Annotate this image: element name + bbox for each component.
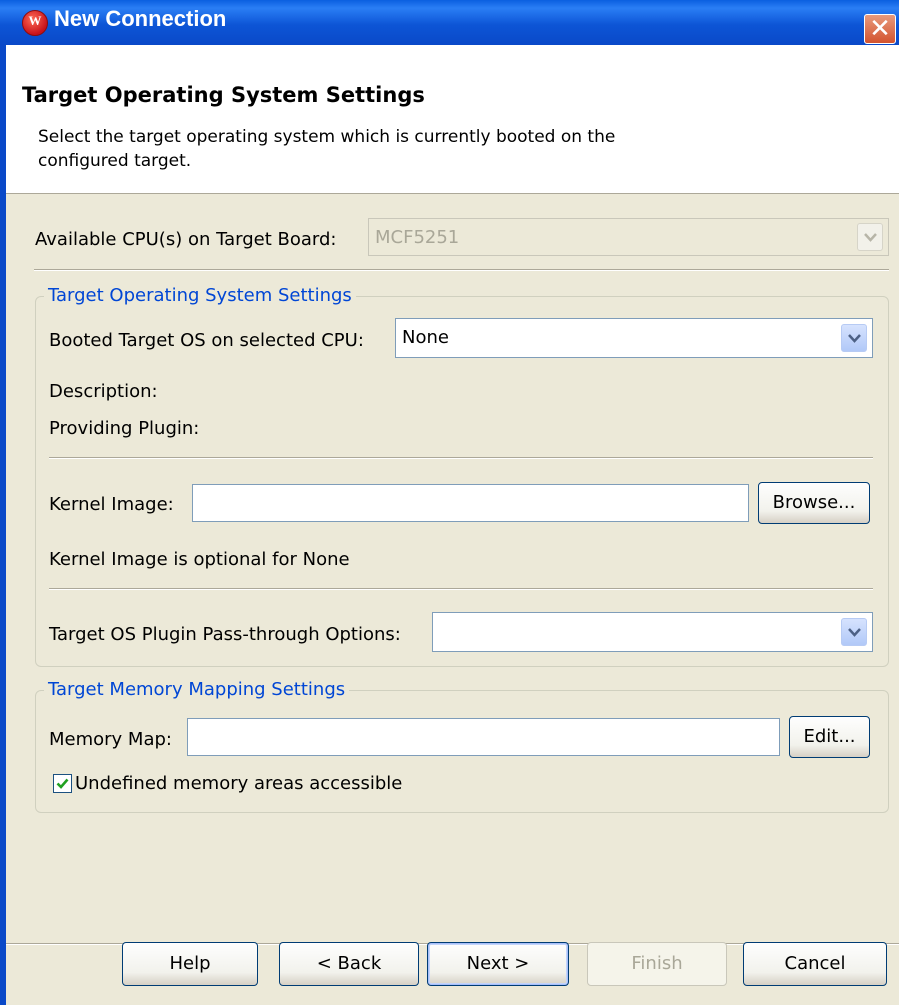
os-settings-group-title: Target Operating System Settings — [44, 285, 356, 306]
undefined-areas-checkbox[interactable] — [53, 774, 72, 793]
booted-os-value: None — [402, 327, 449, 348]
finish-button[interactable]: Finish — [587, 942, 727, 986]
kernel-image-input[interactable] — [192, 484, 749, 522]
memory-settings-group-title: Target Memory Mapping Settings — [44, 679, 350, 700]
separator — [34, 269, 889, 271]
description-label: Description: — [49, 381, 158, 402]
close-icon: ✕ — [869, 14, 891, 44]
kernel-image-label: Kernel Image: — [49, 494, 174, 515]
page-description: Select the target operating system which… — [38, 127, 616, 171]
edit-memory-map-button[interactable]: Edit... — [789, 716, 870, 758]
app-icon: W — [22, 10, 48, 36]
separator — [49, 588, 873, 590]
cpu-select-value: MCF5251 — [375, 227, 460, 248]
chevron-down-icon — [848, 628, 861, 637]
passthrough-dropdown-button[interactable] — [841, 618, 867, 646]
page-title: Target Operating System Settings — [22, 83, 425, 107]
undefined-areas-label[interactable]: Undefined memory areas accessible — [75, 773, 402, 794]
separator — [49, 457, 873, 459]
next-button[interactable]: Next > — [427, 942, 569, 986]
help-button[interactable]: Help — [122, 942, 258, 986]
cpu-select[interactable]: MCF5251 — [368, 218, 889, 256]
cpu-label: Available CPU(s) on Target Board: — [35, 229, 337, 250]
back-button[interactable]: < Back — [279, 942, 419, 986]
window-title: New Connection — [54, 6, 227, 31]
checkmark-icon — [56, 778, 69, 789]
passthrough-select[interactable] — [432, 612, 873, 652]
memory-map-input[interactable] — [187, 718, 780, 756]
close-button[interactable]: ✕ — [864, 14, 896, 44]
chevron-down-icon — [848, 334, 861, 343]
memory-map-label: Memory Map: — [49, 729, 172, 750]
booted-os-select[interactable]: None — [395, 318, 873, 358]
booted-os-label: Booted Target OS on selected CPU: — [49, 330, 364, 351]
chevron-down-icon — [864, 233, 877, 242]
cancel-button[interactable]: Cancel — [743, 942, 887, 986]
passthrough-label: Target OS Plugin Pass-through Options: — [49, 624, 401, 645]
title-bar: W New Connection ✕ — [0, 0, 899, 45]
providing-plugin-label: Providing Plugin: — [49, 418, 200, 439]
wizard-header: Target Operating System Settings Select … — [6, 45, 899, 194]
cpu-dropdown-button[interactable] — [857, 223, 883, 251]
kernel-image-note: Kernel Image is optional for None — [49, 549, 350, 570]
browse-button[interactable]: Browse... — [758, 482, 870, 524]
booted-os-dropdown-button[interactable] — [841, 324, 867, 352]
